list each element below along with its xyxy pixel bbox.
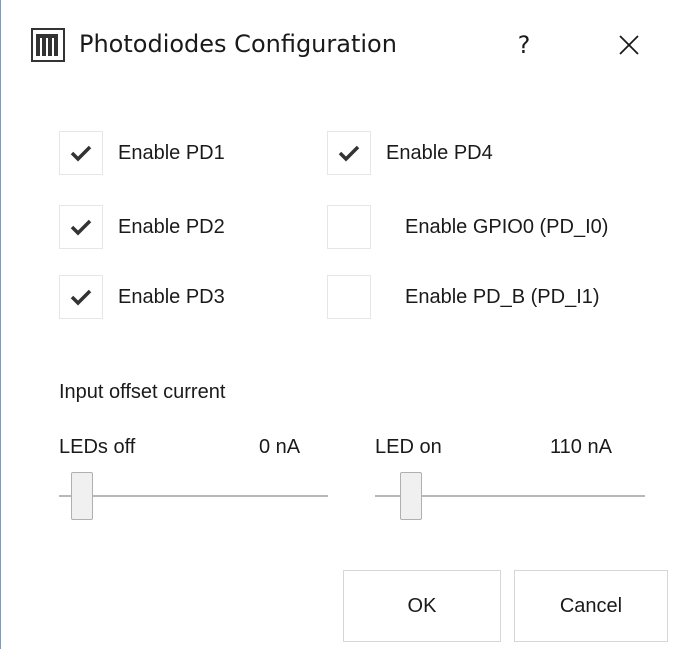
slider-track: [59, 495, 328, 497]
leds-off-value: 0 nA: [259, 436, 301, 458]
checkbox-row-pd-b[interactable]: Enable PD_B (PD_I1): [327, 275, 600, 319]
checkbox-pd1[interactable]: [59, 131, 103, 175]
checkbox-row-gpio0[interactable]: Enable GPIO0 (PD_I0): [327, 205, 608, 249]
checkbox-row-pd2[interactable]: Enable PD2: [59, 205, 225, 249]
close-icon: [619, 35, 639, 55]
checkbox-pd3[interactable]: [59, 275, 103, 319]
checkbox-pd-b[interactable]: [327, 275, 371, 319]
checkmark-icon: [70, 145, 92, 162]
checkbox-label: Enable PD1: [118, 141, 225, 164]
help-button[interactable]: ?: [501, 22, 547, 68]
checkbox-label: Enable PD3: [118, 285, 225, 308]
checkbox-row-pd4[interactable]: Enable PD4: [327, 131, 493, 175]
led-on-value: 110 nA: [550, 436, 612, 458]
checkmark-icon: [70, 289, 92, 306]
checkmark-icon: [338, 145, 360, 162]
close-button[interactable]: [605, 22, 653, 68]
checkbox-pd4[interactable]: [327, 131, 371, 175]
led-on-label: LED on: [375, 436, 442, 458]
leds-off-slider[interactable]: [59, 472, 328, 522]
offset-section-label: Input offset current: [59, 381, 226, 403]
checkmark-icon: [70, 219, 92, 236]
checkbox-label: Enable PD4: [386, 141, 493, 164]
app-icon: [31, 28, 65, 62]
slider-thumb[interactable]: [399, 472, 422, 520]
title-bar: Photodiodes Configuration ?: [1, 0, 679, 92]
checkbox-label: Enable PD_B (PD_I1): [405, 285, 600, 308]
led-on-slider[interactable]: [375, 472, 645, 522]
photodiodes-config-dialog: Photodiodes Configuration ? Enable PD1 E…: [0, 0, 679, 649]
cancel-button[interactable]: Cancel: [514, 570, 668, 642]
slider-thumb[interactable]: [71, 472, 94, 520]
checkbox-gpio0[interactable]: [327, 205, 371, 249]
checkbox-label: Enable GPIO0 (PD_I0): [405, 215, 609, 238]
checkbox-row-pd1[interactable]: Enable PD1: [59, 131, 225, 175]
window-title: Photodiodes Configuration: [79, 30, 397, 58]
ok-button[interactable]: OK: [343, 570, 501, 642]
checkbox-pd2[interactable]: [59, 205, 103, 249]
checkbox-label: Enable PD2: [118, 215, 225, 238]
leds-off-label: LEDs off: [59, 436, 136, 458]
checkbox-row-pd3[interactable]: Enable PD3: [59, 275, 225, 319]
